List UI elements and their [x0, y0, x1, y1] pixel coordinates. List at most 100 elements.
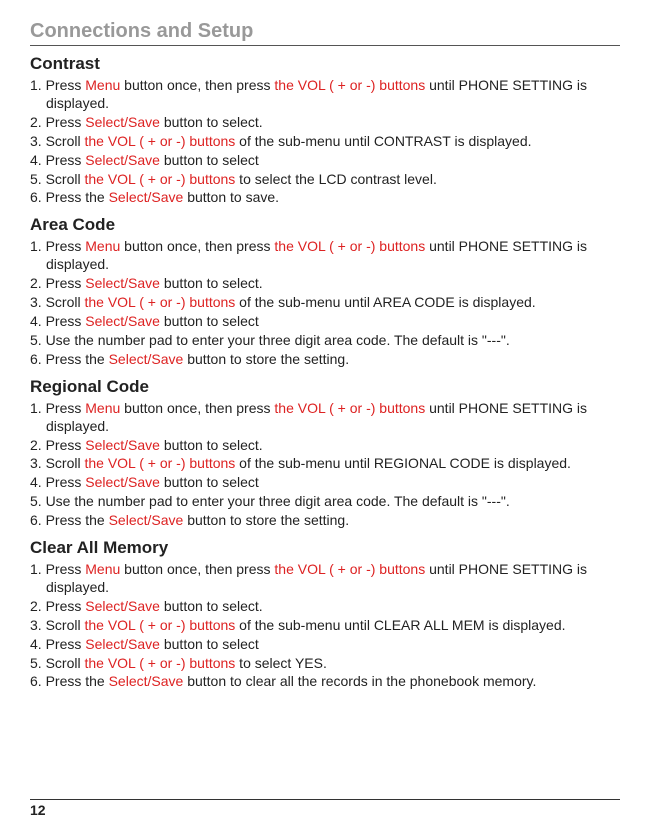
- step-text: 1. Press: [30, 77, 85, 93]
- step-highlight: Select/Save: [85, 313, 160, 329]
- step-text: button once, then press: [120, 561, 274, 577]
- step-text: button to store the setting.: [183, 351, 349, 367]
- step-text: 1. Press: [30, 238, 85, 254]
- step-highlight: the VOL ( + or -) buttons: [84, 455, 235, 471]
- step-text: to select the LCD contrast level.: [235, 171, 437, 187]
- step-text: button to clear all the records in the p…: [183, 673, 536, 689]
- step-item: 1. Press Menu button once, then press th…: [30, 400, 620, 436]
- step-text: button to select: [160, 474, 259, 490]
- step-item: 6. Press the Select/Save button to store…: [30, 512, 620, 530]
- step-item: 5. Scroll the VOL ( + or -) buttons to s…: [30, 655, 620, 673]
- step-item: 5. Use the number pad to enter your thre…: [30, 332, 620, 350]
- step-highlight: Select/Save: [85, 474, 160, 490]
- step-text: 6. Press the: [30, 189, 109, 205]
- step-text: button once, then press: [120, 400, 274, 416]
- step-highlight: Menu: [85, 400, 120, 416]
- step-highlight: Menu: [85, 561, 120, 577]
- step-highlight: Select/Save: [109, 673, 184, 689]
- step-text: 3. Scroll: [30, 294, 84, 310]
- step-item: 5. Use the number pad to enter your thre…: [30, 493, 620, 511]
- step-text: 2. Press: [30, 275, 85, 291]
- step-highlight: Select/Save: [85, 437, 160, 453]
- step-item: 2. Press Select/Save button to select.: [30, 437, 620, 455]
- step-item: 4. Press Select/Save button to select: [30, 474, 620, 492]
- step-item: 3. Scroll the VOL ( + or -) buttons of t…: [30, 455, 620, 473]
- step-item: 2. Press Select/Save button to select.: [30, 598, 620, 616]
- step-text: button to select.: [160, 114, 263, 130]
- step-item: 6. Press the Select/Save button to clear…: [30, 673, 620, 691]
- step-text: button once, then press: [120, 238, 274, 254]
- step-item: 5. Scroll the VOL ( + or -) buttons to s…: [30, 171, 620, 189]
- step-item: 3. Scroll the VOL ( + or -) buttons of t…: [30, 617, 620, 635]
- step-highlight: Select/Save: [109, 189, 184, 205]
- footer-line: [30, 799, 620, 800]
- step-highlight: Menu: [85, 238, 120, 254]
- step-item: 1. Press Menu button once, then press th…: [30, 238, 620, 274]
- step-highlight: Menu: [85, 77, 120, 93]
- step-text: 1. Press: [30, 561, 85, 577]
- step-highlight: Select/Save: [109, 351, 184, 367]
- step-highlight: Select/Save: [85, 598, 160, 614]
- step-item: 2. Press Select/Save button to select.: [30, 275, 620, 293]
- step-text: of the sub-menu until AREA CODE is displ…: [235, 294, 535, 310]
- step-item: 3. Scroll the VOL ( + or -) buttons of t…: [30, 133, 620, 151]
- step-item: 1. Press Menu button once, then press th…: [30, 561, 620, 597]
- step-text: 2. Press: [30, 437, 85, 453]
- step-text: button to store the setting.: [183, 512, 349, 528]
- step-text: 5. Scroll: [30, 655, 84, 671]
- step-text: of the sub-menu until REGIONAL CODE is d…: [235, 455, 571, 471]
- step-item: 4. Press Select/Save button to select: [30, 636, 620, 654]
- step-text: 6. Press the: [30, 673, 109, 689]
- sections-container: Contrast 1. Press Menu button once, then …: [30, 54, 620, 691]
- section-title: Regional Code: [30, 377, 620, 397]
- step-item: 2. Press Select/Save button to select.: [30, 114, 620, 132]
- step-text: button to select: [160, 636, 259, 652]
- step-highlight: Select/Save: [85, 636, 160, 652]
- step-text: button to select.: [160, 275, 263, 291]
- step-text: button to select: [160, 313, 259, 329]
- step-text: button to select.: [160, 437, 263, 453]
- step-highlight: Select/Save: [85, 152, 160, 168]
- step-highlight: the VOL ( + or -) buttons: [274, 561, 425, 577]
- step-text: 6. Press the: [30, 512, 109, 528]
- section-title: Area Code: [30, 215, 620, 235]
- step-text: button to select.: [160, 598, 263, 614]
- step-text: button to select: [160, 152, 259, 168]
- step-text: 4. Press: [30, 474, 85, 490]
- page-number: 12: [30, 802, 46, 818]
- step-text: 6. Press the: [30, 351, 109, 367]
- step-highlight: the VOL ( + or -) buttons: [84, 171, 235, 187]
- step-highlight: the VOL ( + or -) buttons: [84, 294, 235, 310]
- section-title: Clear All Memory: [30, 538, 620, 558]
- step-highlight: the VOL ( + or -) buttons: [84, 617, 235, 633]
- section-title: Contrast: [30, 54, 620, 74]
- chapter-title: Connections and Setup: [30, 20, 620, 46]
- step-highlight: Select/Save: [85, 275, 160, 291]
- step-item: 4. Press Select/Save button to select: [30, 152, 620, 170]
- step-highlight: the VOL ( + or -) buttons: [84, 655, 235, 671]
- step-item: 6. Press the Select/Save button to save.: [30, 189, 620, 207]
- step-text: button once, then press: [120, 77, 274, 93]
- step-highlight: the VOL ( + or -) buttons: [274, 77, 425, 93]
- step-text: 2. Press: [30, 114, 85, 130]
- step-text: button to save.: [183, 189, 279, 205]
- step-highlight: Select/Save: [109, 512, 184, 528]
- step-text: 3. Scroll: [30, 133, 84, 149]
- step-text: to select YES.: [235, 655, 327, 671]
- step-item: 4. Press Select/Save button to select: [30, 313, 620, 331]
- step-item: 1. Press Menu button once, then press th…: [30, 77, 620, 113]
- step-list: 1. Press Menu button once, then press th…: [30, 77, 620, 207]
- step-text: 4. Press: [30, 313, 85, 329]
- step-list: 1. Press Menu button once, then press th…: [30, 400, 620, 530]
- step-text: 3. Scroll: [30, 455, 84, 471]
- step-list: 1. Press Menu button once, then press th…: [30, 238, 620, 368]
- step-list: 1. Press Menu button once, then press th…: [30, 561, 620, 691]
- step-item: 6. Press the Select/Save button to store…: [30, 351, 620, 369]
- step-highlight: the VOL ( + or -) buttons: [274, 238, 425, 254]
- step-text: 4. Press: [30, 636, 85, 652]
- step-text: 2. Press: [30, 598, 85, 614]
- step-text: of the sub-menu until CLEAR ALL MEM is d…: [235, 617, 565, 633]
- step-highlight: Select/Save: [85, 114, 160, 130]
- step-text: of the sub-menu until CONTRAST is displa…: [235, 133, 531, 149]
- step-text: 5. Use the number pad to enter your thre…: [30, 332, 510, 348]
